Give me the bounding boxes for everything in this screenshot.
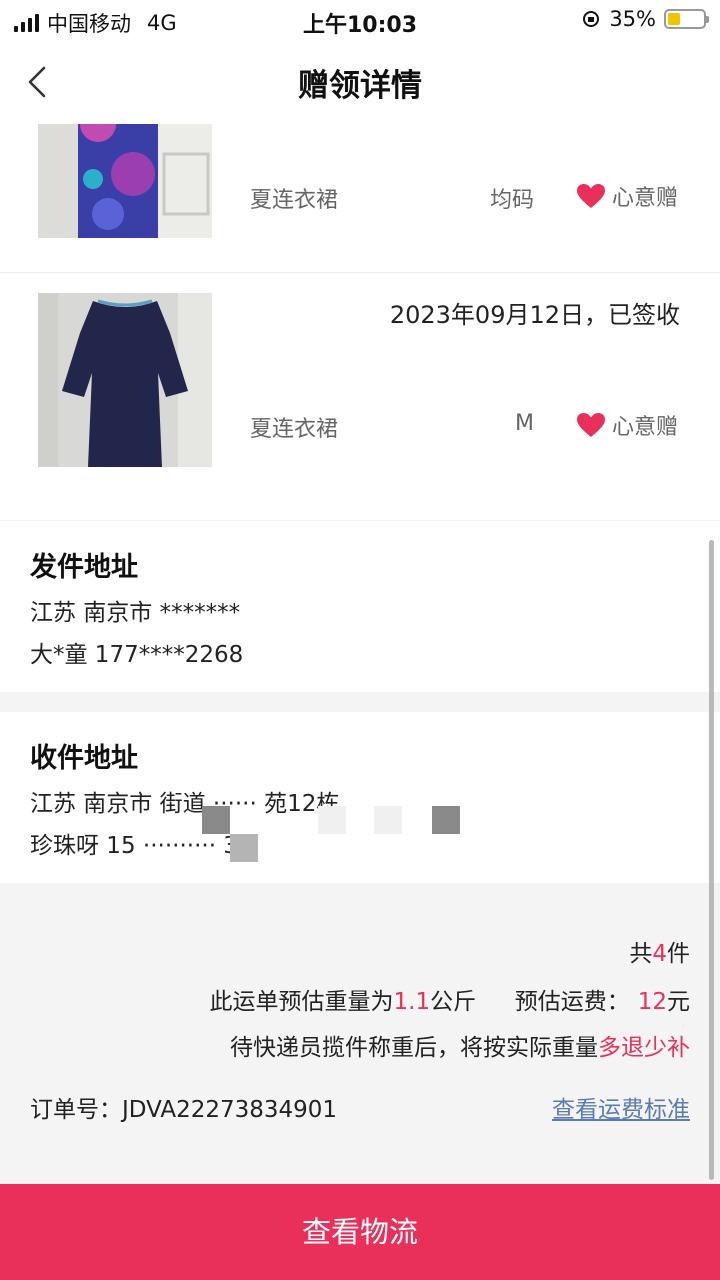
delivery-status: 2023年09月12日，已签收 xyxy=(389,301,680,329)
list-item[interactable]: 2023年09月12日，已签收 夏连衣裙 M 心意赠 xyxy=(0,272,720,500)
status-right: 35% xyxy=(581,7,709,31)
view-logistics-button[interactable]: 查看物流 xyxy=(0,1184,720,1280)
item-size: M xyxy=(515,411,534,436)
weight-unit: 公斤 xyxy=(430,989,477,1015)
receiver-address-section: 收件地址 江苏 南京市 街道 ······ 苑12栋 珍珠呀 15 ······… xyxy=(0,712,720,883)
notice-highlight: 多退少补 xyxy=(598,1035,690,1061)
battery-percent: 35% xyxy=(609,7,656,31)
battery-icon xyxy=(664,9,709,29)
fee-prefix: 预估运费： xyxy=(514,989,630,1015)
items-list: 夏连衣裙 均码 心意赠 2023年09月12日，已签收 夏连衣裙 M 心意赠 xyxy=(0,124,720,520)
sender-title: 发件地址 xyxy=(30,552,138,583)
receiver-title: 收件地址 xyxy=(30,743,138,774)
gift-label: 心意赠 xyxy=(611,186,678,211)
heart-icon xyxy=(576,413,605,437)
weight-value: 1.1 xyxy=(393,989,431,1015)
battery-level-fill xyxy=(668,13,680,25)
item-name: 夏连衣裙 xyxy=(250,417,339,442)
gift-tag: 心意赠 xyxy=(576,180,678,212)
weight-fee-row: 此运单预估重量为1.1公斤 预估运费： 12元 xyxy=(210,982,690,1016)
notice-prefix: 待快递员揽件称重后，将按实际重量 xyxy=(230,1035,598,1061)
sender-contact: 大*童 177****2268 xyxy=(30,642,244,668)
order-label: 订单号： xyxy=(30,1097,122,1123)
rotation-lock-icon xyxy=(583,11,600,27)
item-name: 夏连衣裙 xyxy=(250,188,339,213)
count-suffix: 件 xyxy=(667,941,690,967)
sender-address: 江苏 南京市 ******* xyxy=(30,600,241,626)
receiver-address: 江苏 南京市 街道 ······ 苑12栋 xyxy=(30,791,340,817)
privacy-mosaic xyxy=(318,806,346,834)
page-title: 赠领详情 xyxy=(298,68,422,104)
weight-prefix: 此运单预估重量为 xyxy=(209,989,394,1015)
order-value: JDVA22273834901 xyxy=(122,1097,338,1123)
count-value: 4 xyxy=(652,941,667,967)
item-size: 均码 xyxy=(489,188,534,213)
status-bar: 中国移动 4G 上午10:03 35% xyxy=(0,0,720,40)
gift-tag: 心意赠 xyxy=(576,409,678,441)
privacy-mosaic xyxy=(374,806,402,834)
list-item[interactable]: 夏连衣裙 均码 心意赠 xyxy=(0,124,720,272)
privacy-mosaic xyxy=(202,806,230,834)
privacy-mosaic xyxy=(432,806,460,834)
scrollbar[interactable] xyxy=(709,540,714,1180)
count-prefix: 共 xyxy=(629,941,653,967)
nav-bar: 赠领详情 xyxy=(0,40,720,124)
order-number: 订单号：JDVA22273834901 xyxy=(30,1090,337,1124)
fee-unit: 元 xyxy=(667,989,690,1015)
gift-label: 心意赠 xyxy=(611,415,678,440)
privacy-mosaic xyxy=(230,834,258,862)
shipping-summary: 共4件 此运单预估重量为1.1公斤 预估运费： 12元 待快递员揽件称重后，将按实… xyxy=(0,884,720,1184)
sender-address-section: 发件地址 江苏 南京市 ******* 大*童 177****2268 xyxy=(0,521,720,692)
weight-notice: 待快递员揽件称重后，将按实际重量多退少补 xyxy=(230,1028,690,1062)
item-count: 共4件 xyxy=(629,934,690,968)
heart-icon xyxy=(576,184,605,208)
view-fee-standard-link[interactable]: 查看运费标准 xyxy=(552,1090,690,1124)
product-image xyxy=(38,124,212,238)
fee-value: 12 xyxy=(637,989,667,1015)
product-image xyxy=(38,293,212,467)
